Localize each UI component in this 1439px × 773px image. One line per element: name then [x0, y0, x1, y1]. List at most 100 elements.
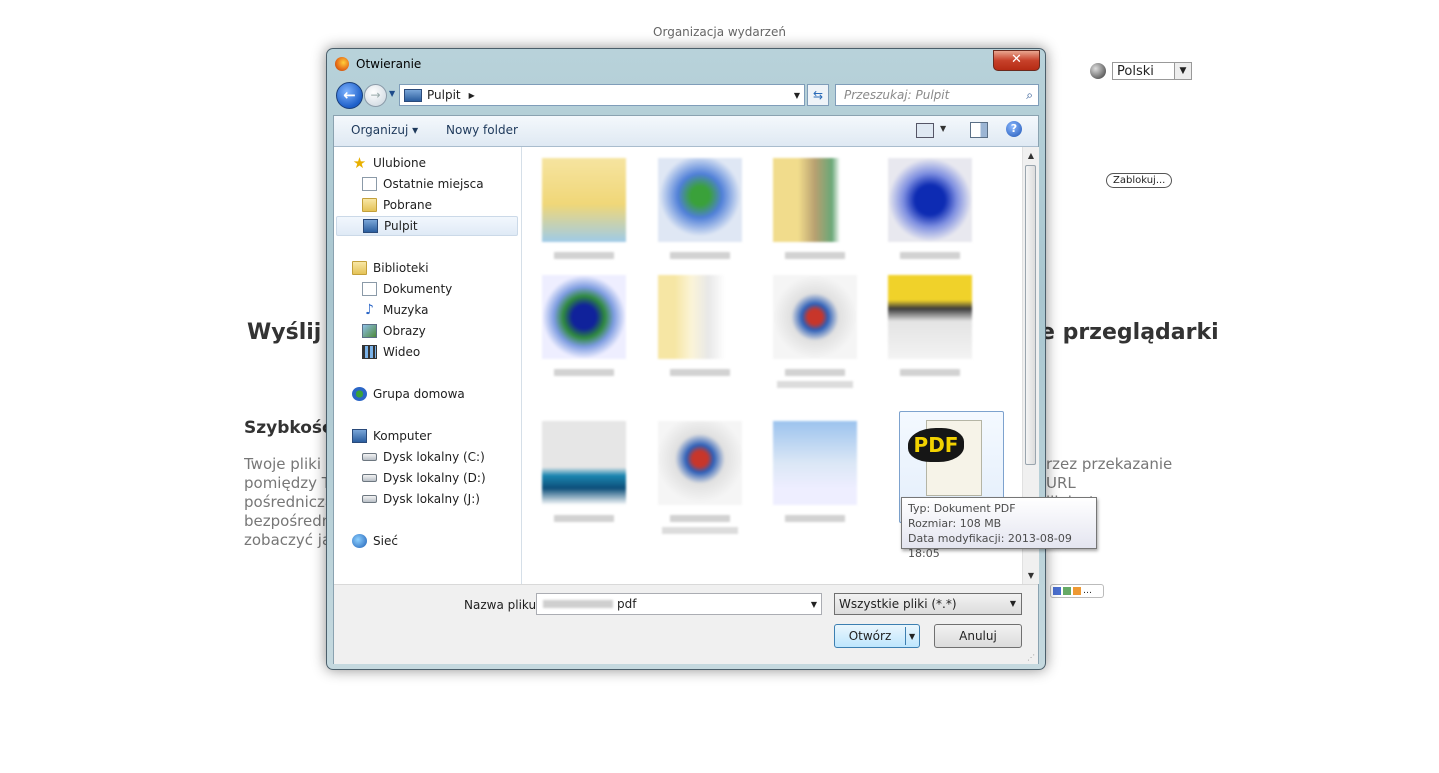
drive-icon	[362, 495, 377, 503]
file-item[interactable]	[536, 415, 632, 522]
chevron-down-icon[interactable]: ▼	[909, 632, 915, 641]
language-value: Polski	[1117, 63, 1154, 79]
scroll-thumb[interactable]	[1025, 165, 1036, 465]
language-switcher: Polski ▼	[1090, 62, 1192, 80]
tooltip-modified: Data modyfikacji: 2013-08-09 18:05	[908, 532, 1072, 560]
file-item[interactable]	[882, 152, 978, 259]
block-button[interactable]: Zablokuj...	[1106, 173, 1173, 188]
file-item[interactable]	[767, 415, 863, 522]
nav-videos[interactable]: Wideo	[362, 342, 420, 362]
search-icon[interactable]: ⌕	[1026, 85, 1033, 105]
nav-drive-j[interactable]: Dysk lokalny (J:)	[362, 489, 480, 509]
forward-button[interactable]: →	[364, 84, 387, 107]
address-location[interactable]: Pulpit	[427, 88, 461, 102]
refresh-button[interactable]: ⇆	[807, 84, 829, 106]
command-bar: Organizuj ▾ Nowy folder ▼ ?	[334, 116, 1038, 147]
scroll-down-icon[interactable]: ▼	[1023, 571, 1039, 580]
cancel-button[interactable]: Anuluj	[934, 624, 1022, 648]
drive-icon	[362, 453, 377, 461]
drive-icon	[362, 474, 377, 482]
file-item[interactable]	[536, 152, 632, 259]
nav-favorites[interactable]: ★ Ulubione	[352, 153, 426, 173]
file-item[interactable]	[652, 269, 748, 376]
music-icon: ♪	[365, 302, 374, 318]
nav-documents[interactable]: Dokumenty	[362, 279, 452, 299]
filename-input[interactable]: pdf ▼	[536, 593, 822, 615]
change-view-icon[interactable]	[916, 123, 934, 138]
desktop-icon	[404, 88, 422, 102]
dialog-footer: Nazwa pliku: pdf ▼ Wszystkie pliki (*.*)…	[334, 584, 1038, 664]
chevron-down-icon[interactable]: ▼	[794, 91, 800, 100]
libraries-icon	[352, 261, 367, 275]
search-input[interactable]: Przeszukaj: Pulpit ⌕	[835, 84, 1039, 106]
file-item[interactable]	[652, 152, 748, 259]
organize-menu[interactable]: Organizuj ▾	[351, 123, 418, 137]
address-row: ← → ▼ Pulpit ▶ ▼ ⇆ Przeszukaj: Pulpit ⌕	[333, 82, 1039, 109]
help-icon[interactable]: ?	[1006, 121, 1022, 137]
back-button[interactable]: ←	[336, 82, 363, 109]
file-tooltip: Typ: Dokument PDF Rozmiar: 108 MB Data m…	[901, 497, 1097, 560]
history-dropdown-icon[interactable]: ▼	[389, 89, 395, 98]
top-link[interactable]: Organizacja wydarzeń	[0, 25, 1439, 39]
globe-icon	[1090, 63, 1106, 79]
computer-icon	[352, 429, 367, 443]
nav-recent-places[interactable]: Ostatnie miejsca	[362, 174, 484, 194]
star-icon: ★	[352, 154, 367, 172]
filename-extension: pdf	[617, 597, 637, 611]
file-item[interactable]	[882, 269, 978, 376]
nav-desktop[interactable]: Pulpit	[336, 216, 518, 236]
chevron-down-icon[interactable]: ▼	[811, 600, 817, 609]
pictures-icon	[362, 324, 377, 338]
nav-libraries[interactable]: Biblioteki	[352, 258, 429, 278]
navigation-pane: ★ Ulubione Ostatnie miejsca Pobrane Pulpi…	[334, 147, 522, 584]
chevron-down-icon: ▼	[1174, 63, 1191, 79]
nav-computer[interactable]: Komputer	[352, 426, 432, 446]
chevron-down-icon: ▼	[1009, 599, 1016, 608]
video-icon	[362, 345, 377, 359]
filename-redacted	[543, 600, 613, 608]
documents-icon	[362, 282, 377, 296]
section-text-left: Twoje pliki s pomiędzy To pośrednicza be…	[244, 455, 334, 549]
address-bar[interactable]: Pulpit ▶ ▼	[399, 84, 805, 106]
new-folder-button[interactable]: Nowy folder	[446, 123, 518, 137]
nav-drive-d[interactable]: Dysk lokalny (D:)	[362, 468, 486, 488]
preview-pane-icon[interactable]	[970, 122, 988, 138]
tooltip-size: Rozmiar: 108 MB	[908, 517, 1002, 530]
language-select[interactable]: Polski ▼	[1112, 62, 1192, 80]
file-item[interactable]	[536, 269, 632, 376]
dialog-body: Organizuj ▾ Nowy folder ▼ ? ★ Ulubione Os…	[333, 115, 1039, 664]
downloads-folder-icon	[362, 198, 377, 212]
close-button[interactable]: ✕	[993, 50, 1040, 71]
nav-pictures[interactable]: Obrazy	[362, 321, 426, 341]
file-item[interactable]	[767, 269, 863, 388]
page-heading-right: e przeglądarki	[1040, 320, 1219, 345]
nav-network[interactable]: Sieć	[352, 531, 398, 551]
scroll-up-icon[interactable]: ▲	[1023, 151, 1039, 160]
nav-homegroup[interactable]: Grupa domowa	[352, 384, 465, 404]
file-item[interactable]	[767, 152, 863, 259]
recent-places-icon	[362, 177, 377, 191]
open-button-label: Otwórz	[848, 629, 892, 643]
share-icons[interactable]: …	[1050, 584, 1104, 598]
filename-label: Nazwa pliku:	[464, 598, 541, 612]
chevron-right-icon[interactable]: ▶	[469, 91, 475, 100]
homegroup-icon	[352, 387, 367, 401]
firefox-icon	[335, 57, 349, 71]
tooltip-type: Typ: Dokument PDF	[908, 502, 1016, 515]
nav-downloads[interactable]: Pobrane	[362, 195, 432, 215]
nav-music[interactable]: ♪ Muzyka	[362, 300, 428, 320]
pdf-badge: PDF	[908, 428, 964, 462]
resize-grip-icon[interactable]: ⋰	[1027, 653, 1035, 662]
open-file-dialog: Otwieranie ✕ ← → ▼ Pulpit ▶ ▼ ⇆ Przeszuk…	[326, 48, 1097, 670]
nav-drive-c[interactable]: Dysk lokalny (C:)	[362, 447, 485, 467]
search-placeholder: Przeszukaj: Pulpit	[844, 88, 950, 102]
network-icon	[352, 534, 367, 548]
file-item[interactable]	[652, 415, 748, 534]
file-type-select[interactable]: Wszystkie pliki (*.*) ▼	[834, 593, 1022, 615]
chevron-down-icon[interactable]: ▼	[940, 124, 946, 133]
file-type-value: Wszystkie pliki (*.*)	[839, 597, 957, 611]
dialog-title: Otwieranie	[356, 57, 422, 71]
section-heading: Szybkość	[244, 418, 333, 438]
open-button[interactable]: Otwórz ▼	[834, 624, 920, 648]
dialog-titlebar[interactable]: Otwieranie ✕	[327, 49, 1045, 79]
